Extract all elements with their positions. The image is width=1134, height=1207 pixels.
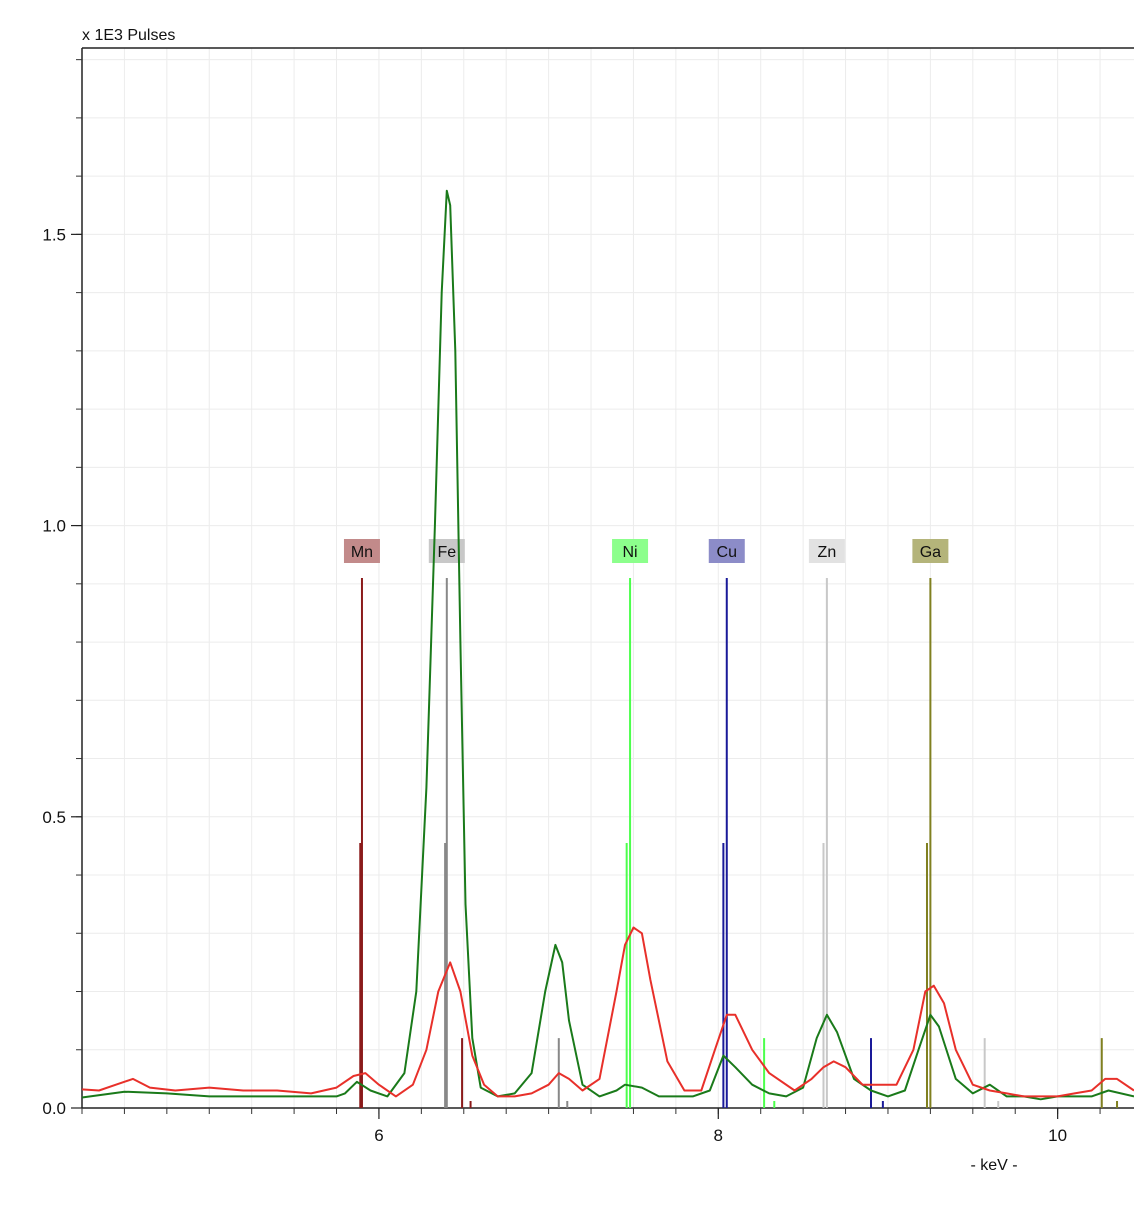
grid-lines: [81, 48, 1134, 1109]
marker-label: Zn: [818, 544, 837, 561]
marker-label: Mn: [351, 544, 373, 561]
marker-ga: Ga: [912, 539, 1119, 1108]
marker-mn: Mn: [343, 539, 472, 1108]
x-tick-label: 6: [374, 1126, 383, 1145]
marker-ni: Ni: [612, 539, 776, 1108]
y-tick-label: 1.0: [42, 517, 66, 536]
marker-label: Cu: [717, 544, 737, 561]
series-line-red: [81, 926, 1134, 1098]
axis-ticks: 6 8 10 0.0 0.5 1.0 1.5: [42, 59, 1101, 1145]
marker-fe: Fe: [428, 539, 569, 1108]
marker-cu: Cu: [708, 539, 884, 1108]
x-tick-label: 8: [714, 1126, 723, 1145]
y-tick-label: 0.5: [42, 808, 66, 827]
marker-label: Ga: [920, 544, 941, 561]
series-line-green: [81, 189, 1134, 1101]
marker-zn: Zn: [808, 539, 1000, 1108]
x-tick-label: 10: [1048, 1126, 1067, 1145]
x-unit-label: - keV -: [970, 1157, 1017, 1174]
spectrum-series: [81, 189, 1134, 1101]
marker-label: Ni: [623, 544, 638, 561]
spectrum-plot: 6 8 10 0.0 0.5 1.0 1.5 Mn Fe Ni Cu Zn Ga x 1E3 Puls…: [42, 27, 1134, 1174]
y-tick-label: 1.5: [42, 225, 66, 244]
marker-label: Fe: [437, 544, 456, 561]
axes: [81, 47, 1134, 1109]
spectrum-chart: 6 8 10 0.0 0.5 1.0 1.5 Mn Fe Ni Cu Zn Ga x 1E3 Puls…: [0, 0, 1134, 1202]
y-unit-label: x 1E3 Pulses: [82, 27, 175, 44]
y-tick-label: 0.0: [42, 1099, 66, 1118]
